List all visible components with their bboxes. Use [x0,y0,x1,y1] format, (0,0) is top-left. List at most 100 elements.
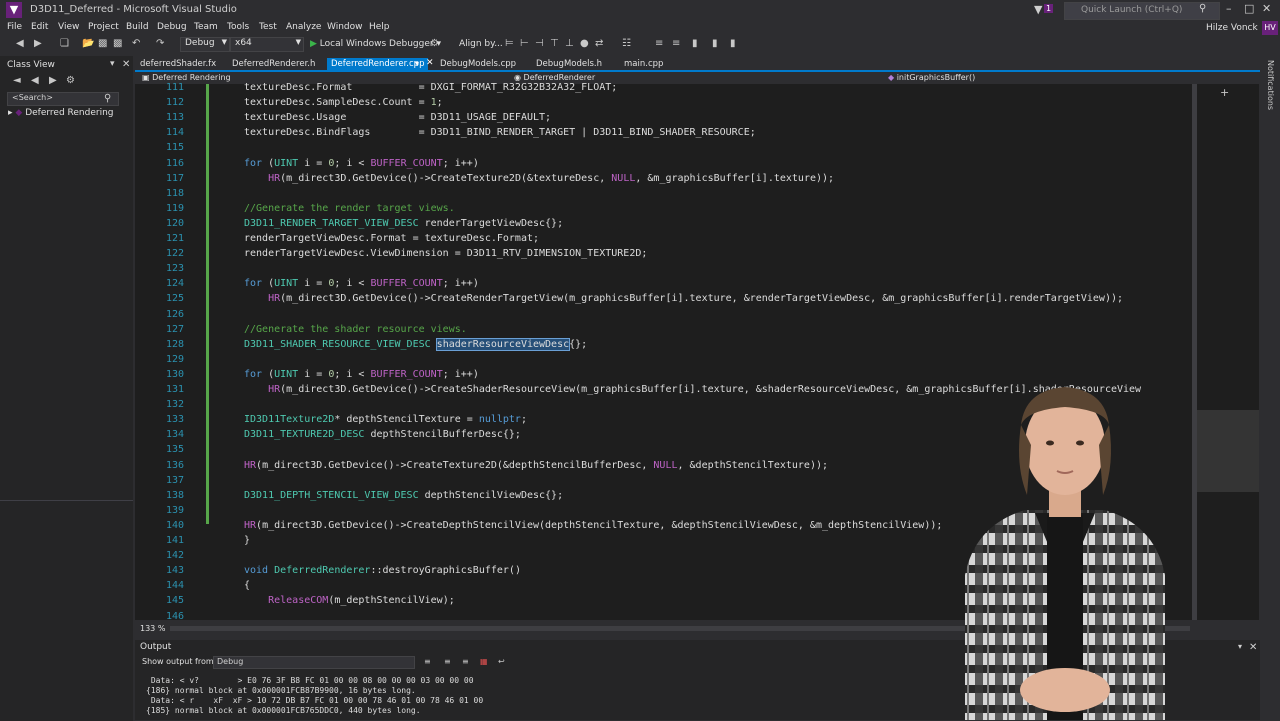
outdent-icon[interactable]: ≡ [672,38,680,49]
menu-file[interactable]: File [7,22,22,32]
code-line[interactable]: D3D11_TEXTURE2D_DESC depthStencilBufferD… [244,429,521,440]
split-editor-icon[interactable]: + [1220,86,1229,99]
quick-launch-input[interactable]: Quick Launch (Ctrl+Q) [1064,2,1220,20]
start-debugger-button[interactable]: ▶ Local Windows Debugger ▾ [310,39,441,49]
class-view-back-icon[interactable]: ◀ [31,75,39,86]
undo-icon[interactable]: ↶ [132,38,140,49]
align-left-icon[interactable]: ⊨ [505,38,514,49]
code-line[interactable]: void DeferredRenderer::destroyGraphicsBu… [244,565,521,576]
class-view-title: Class View [7,60,55,70]
bookmark-prev-icon[interactable]: ▮ [712,38,718,49]
redo-icon[interactable]: ↷ [156,38,164,49]
code-line[interactable]: textureDesc.SampleDesc.Count = 1; [244,97,443,108]
nav-scope-select[interactable]: ◉ DeferredRenderer [514,73,595,82]
filter-icon[interactable]: ▼ [1034,3,1042,16]
class-view-home-icon[interactable]: ◄ [13,75,21,86]
code-line[interactable]: renderTargetViewDesc.ViewDimension = D3D… [244,248,647,259]
open-file-icon[interactable]: 📂 [82,38,94,49]
code-line[interactable]: D3D11_DEPTH_STENCIL_VIEW_DESC depthStenc… [244,490,563,501]
next-message-icon[interactable]: ≡ [462,657,469,666]
pin-icon[interactable]: ▾ [110,59,115,69]
output-source-select[interactable]: Debug [213,656,415,669]
code-line[interactable]: { [244,580,250,591]
align-bottom-icon[interactable]: ● [580,38,589,49]
code-line[interactable]: for (UINT i = 0; i < BUFFER_COUNT; i++) [244,278,479,289]
code-line[interactable]: textureDesc.Format = DXGI_FORMAT_R32G32B… [244,82,617,93]
align-right-icon[interactable]: ⊣ [535,38,544,49]
prev-message-icon[interactable]: ≡ [444,657,451,666]
code-line[interactable]: D3D11_SHADER_RESOURCE_VIEW_DESC shaderRe… [244,337,587,351]
word-wrap-icon[interactable]: ↩ [498,657,505,666]
code-line[interactable]: D3D11_RENDER_TARGET_VIEW_DESC renderTarg… [244,218,563,229]
minimap-viewport[interactable] [1197,410,1259,492]
find-in-output-icon[interactable]: ≡ [424,657,431,666]
code-line[interactable]: for (UINT i = 0; i < BUFFER_COUNT; i++) [244,158,479,169]
notifications-badge[interactable]: 1 [1044,4,1054,13]
align-top-icon[interactable]: ⊤ [550,38,559,49]
code-line[interactable]: textureDesc.BindFlags = D3D11_BIND_RENDE… [244,127,756,138]
menu-test[interactable]: Test [259,22,277,32]
menu-edit[interactable]: Edit [31,22,48,32]
save-all-icon[interactable]: ▩ [113,38,122,49]
code-line[interactable]: textureDesc.Usage = D3D11_USAGE_DEFAULT; [244,112,551,123]
bookmark-icon[interactable]: ⇄ [595,38,603,49]
class-view-item-deferred-rendering[interactable]: ▸ ◆ Deferred Rendering [8,108,114,118]
menu-help[interactable]: Help [369,22,390,32]
forward-icon[interactable]: ▶ [34,38,42,49]
code-line[interactable]: HR(m_direct3D.GetDevice()->CreateTexture… [244,173,834,184]
code-line[interactable]: ReleaseCOM(m_depthStencilView); [244,595,455,606]
search-icon[interactable]: ⚲ [104,93,111,104]
platform-select[interactable]: x64 ▼ [230,37,304,52]
menu-team[interactable]: Team [194,22,218,32]
menu-debug[interactable]: Debug [157,22,187,32]
pin-icon[interactable]: ▾ [1238,642,1242,651]
user-name[interactable]: Hilze Vonck [1206,23,1258,33]
menu-tools[interactable]: Tools [227,22,249,32]
code-line[interactable]: HR(m_direct3D.GetDevice()->CreateRenderT… [244,293,1123,304]
line-number: 127 [165,323,184,335]
code-line[interactable]: HR(m_direct3D.GetDevice()->CreateTexture… [244,460,828,471]
pin-tab-icon[interactable]: ▾ [415,59,419,68]
close-icon[interactable]: ✕ [122,59,130,70]
attach-icon[interactable]: ⚙ [430,38,439,49]
nav-member-select[interactable]: ◆ initGraphicsBuffer() [888,73,975,82]
avatar[interactable]: HV [1262,21,1278,35]
new-project-icon[interactable]: ❏ [60,38,69,49]
code-line[interactable]: renderTargetViewDesc.Format = textureDes… [244,233,539,244]
close-window-button[interactable]: ✕ [1262,2,1271,15]
code-line[interactable]: for (UINT i = 0; i < BUFFER_COUNT; i++) [244,369,479,380]
settings-icon[interactable]: ⚙ [66,75,75,86]
comment-icon[interactable]: ☷ [622,38,631,49]
align-center-icon[interactable]: ⊢ [520,38,529,49]
menu-window[interactable]: Window [327,22,363,32]
align-by-button[interactable]: Align by... [459,39,503,49]
menu-build[interactable]: Build [126,22,149,32]
close-icon[interactable]: ✕ [1249,642,1257,653]
menu-project[interactable]: Project [88,22,119,32]
code-line[interactable]: HR(m_direct3D.GetDevice()->CreateDepthSt… [244,520,942,531]
code-line[interactable]: } [244,535,250,546]
class-view-search-input[interactable]: <Search> [7,92,119,106]
code-line[interactable]: ID3D11Texture2D* depthStencilTexture = n… [244,414,527,425]
code-line[interactable]: //Generate the render target views. [244,203,455,214]
notifications-tab[interactable]: Notifications [1266,60,1275,110]
minimap[interactable] [1197,84,1259,620]
nav-project-select[interactable]: ▣ Deferred Rendering [142,73,231,82]
back-icon[interactable]: ◀ [16,38,24,49]
clear-all-icon[interactable]: ▦ [480,657,488,666]
save-icon[interactable]: ▩ [98,38,107,49]
configuration-select[interactable]: Debug ▼ [180,37,230,52]
class-view-forward-icon[interactable]: ▶ [49,75,57,86]
search-icon[interactable]: ⚲ [1199,3,1206,14]
minimize-button[interactable]: – [1226,2,1232,15]
close-tab-icon[interactable]: ✕ [426,58,434,68]
menu-view[interactable]: View [58,22,79,32]
align-middle-icon[interactable]: ⊥ [565,38,574,49]
bookmark-next-icon[interactable]: ▮ [730,38,736,49]
zoom-level[interactable]: 133 % [140,624,165,633]
maximize-button[interactable]: □ [1244,2,1254,15]
indent-icon[interactable]: ≡ [655,38,663,49]
code-line[interactable]: //Generate the shader resource views. [244,324,467,335]
menu-analyze[interactable]: Analyze [286,22,321,32]
bookmark-toggle-icon[interactable]: ▮ [692,38,698,49]
